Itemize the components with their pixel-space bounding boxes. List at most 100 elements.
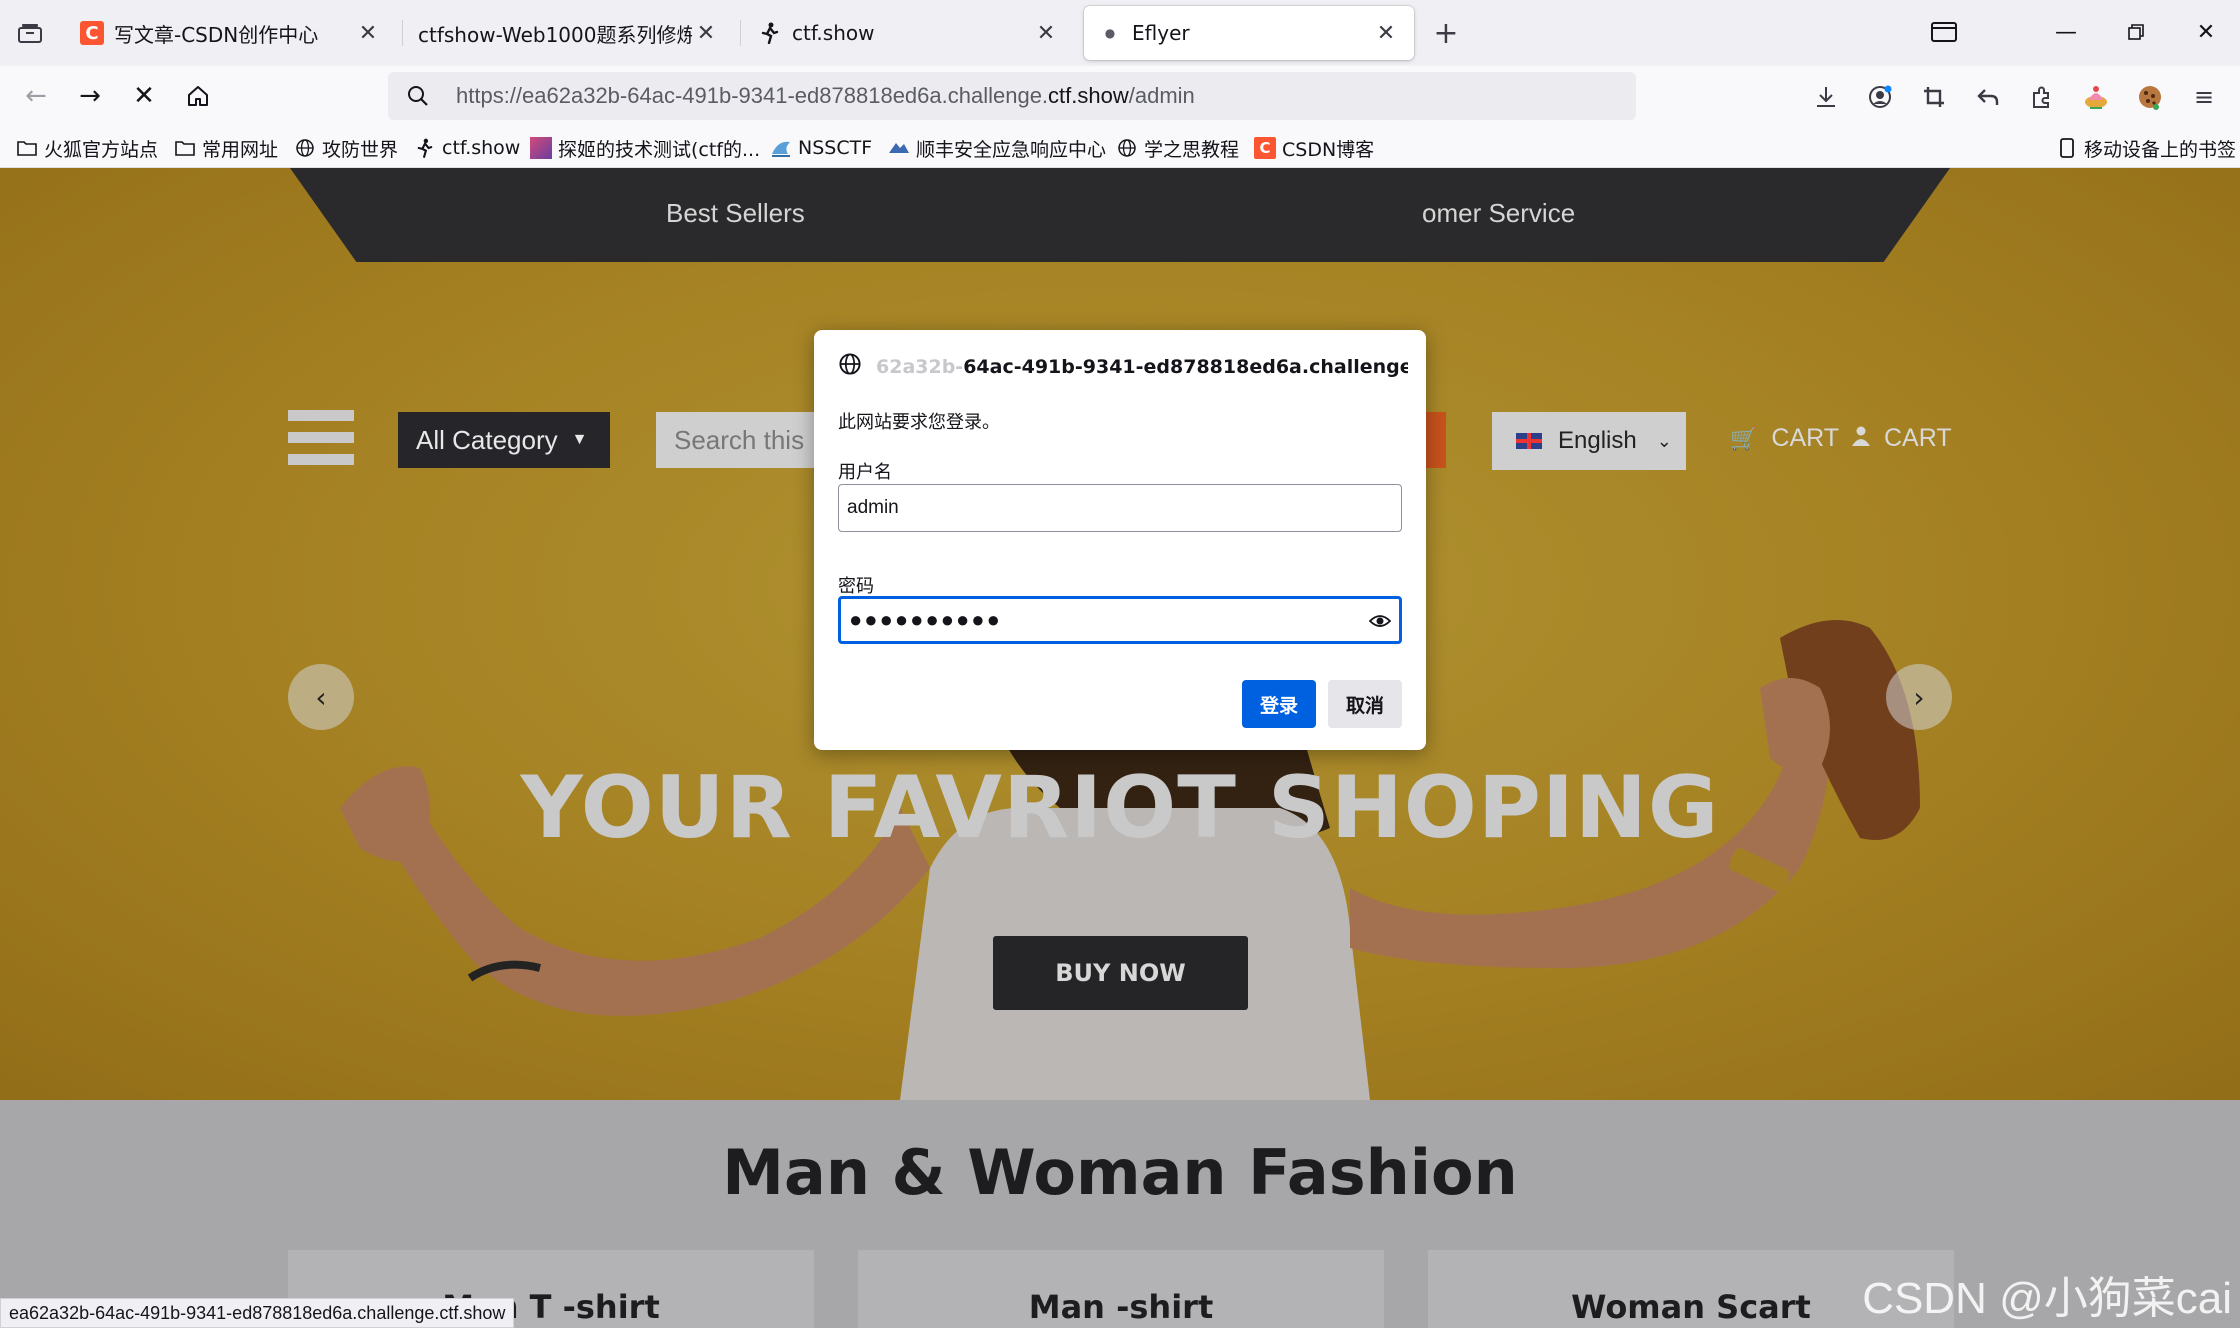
all-category-dropdown[interactable]: All Category ▼ [398,412,610,468]
menu-customer-service[interactable]: omer Service [1422,198,1575,229]
close-icon[interactable]: ✕ [1032,19,1060,47]
window-close-icon[interactable]: ✕ [2186,14,2226,50]
avatar-icon [530,137,552,159]
origin-text: 64ac-491b-9341-ed878818ed6a.challenge.ct… [963,355,1408,378]
bookmark-item[interactable]: 常用网址 [174,134,278,162]
status-bar-url: ea62a32b-64ac-491b-9341-ed878818ed6a.cha… [0,1298,515,1328]
mobile-bookmarks[interactable]: 移动设备上的书签 [2056,134,2236,162]
user-icon [1852,426,1870,452]
bookmark-label: ctf.show [442,137,521,159]
search-icon [406,84,430,112]
bookmark-label: CSDN博客 [1282,138,1375,161]
extension-hat-icon[interactable] [2078,80,2114,114]
password-value: ●●●●●●●●●● [849,607,1002,632]
shopping-cart-icon: 🛒 [1730,425,1758,451]
username-field[interactable]: admin [838,484,1402,532]
close-icon[interactable]: ✕ [354,19,382,47]
tab-list-icon[interactable] [14,17,46,49]
username-value: admin [847,497,899,518]
mobile-device-icon [2056,137,2078,159]
csdn-favicon-icon: C [80,21,104,45]
language-selector[interactable]: English ⌄ [1492,412,1686,470]
origin-faded-text: 62a32b- [876,355,964,378]
web-page: Best Sellers omer Service All Category ▼… [0,168,2240,1328]
bookmark-item[interactable]: 顺丰安全应急响应中心 [888,134,1106,162]
tab-csdn-editor[interactable]: C 写文章-CSDN创作中心 ✕ [66,6,396,60]
bookmark-label: 火狐官方站点 [44,138,159,161]
crop-icon[interactable] [1916,80,1952,114]
bookmark-item[interactable]: NSSCTF [770,134,872,162]
bookmark-item[interactable]: 探姬的技术测试(ctf的... [530,134,760,162]
csdn-watermark: CSDN @小狗菜cai [1862,1274,2232,1323]
tab-bar: C 写文章-CSDN创作中心 ✕ ctfshow-Web1000题系列修炼(一)… [0,0,2240,66]
tab-label: ctf.show [792,21,875,45]
bookmark-label: 移动设备上的书签 [2084,138,2237,161]
download-icon[interactable] [1808,80,1844,114]
close-icon[interactable]: ✕ [692,19,720,47]
bookmark-item[interactable]: 火狐官方站点 [16,134,158,162]
folder-icon [16,137,38,159]
new-tab-icon[interactable]: + [1430,16,1462,51]
buy-now-button[interactable]: BUY NOW [993,936,1248,1010]
menu-best-sellers[interactable]: Best Sellers [666,198,805,229]
navigation-toolbar: ← → ✕ https://ea62a32b-64ac-491b-9341-ed… [0,66,2240,126]
product-title: Man -shirt [1028,1288,1214,1326]
bookmark-item[interactable]: C CSDN博客 [1254,134,1374,162]
username-label: 用户名 [838,462,892,483]
menu-icon[interactable]: ≡ [2186,80,2222,114]
section-title: Man & Woman Fashion [722,1136,1518,1209]
all-category-label: All Category [416,424,558,455]
cart-link[interactable]: 🛒 CART [1730,424,1839,453]
tab-label: 写文章-CSDN创作中心 [114,22,319,47]
hamburger-menu-icon[interactable] [288,410,354,466]
tab-separator [740,20,741,46]
hero-headline-2: YOUR FAVRIOT SHOPING [520,758,1720,858]
cart-label: CART [1771,424,1840,452]
nssctf-icon [770,137,792,159]
bookmark-label: 学之思教程 [1144,138,1240,161]
extensions-icon[interactable] [2024,80,2060,114]
picture-in-picture-icon[interactable] [1924,14,1964,50]
globe-icon [838,352,862,381]
cancel-button[interactable]: 取消 [1328,680,1402,728]
reveal-password-eye-icon[interactable] [1368,610,1392,638]
top-menu: Best Sellers omer Service [290,168,1950,262]
bookmark-label: 攻防世界 [322,138,399,161]
globe-icon [294,137,316,159]
csdn-icon: C [1254,137,1276,159]
cookie-icon[interactable] [2132,80,2168,114]
site-search-input[interactable]: Search this [656,412,816,468]
running-figure-icon [758,21,782,45]
bookmark-label: 常用网址 [202,138,279,161]
tab-ctfshow[interactable]: ctf.show ✕ [744,6,1074,60]
stop-loading-icon[interactable]: ✕ [126,78,162,114]
address-bar[interactable]: https://ea62a32b-64ac-491b-9341-ed878818… [388,72,1636,120]
undo-icon[interactable] [1970,80,2006,114]
restore-icon[interactable] [2116,14,2156,50]
cart-label: CART [1884,424,1952,452]
folder-icon [174,137,196,159]
bookmark-item[interactable]: ctf.show [414,134,520,162]
login-button[interactable]: 登录 [1242,680,1316,728]
caret-down-icon: ▼ [571,431,588,448]
tab-eflyer[interactable]: ● Eflyer ✕ [1084,6,1414,60]
password-field[interactable]: ●●●●●●●●●● [838,596,1402,644]
home-icon[interactable] [180,78,216,114]
bookmark-item[interactable]: 攻防世界 [294,134,398,162]
chevron-down-icon: ⌄ [1656,430,1672,451]
bookmarks-toolbar: 火狐官方站点 常用网址 攻防世界 ctf.show 探姬的技术测试(ctf的..… [0,126,2240,168]
close-icon[interactable]: ✕ [1372,19,1400,47]
tab-ctfshow-web1000[interactable]: ctfshow-Web1000题系列修炼(一) ✕ [404,6,734,60]
back-icon[interactable]: ← [18,78,54,114]
account-icon[interactable] [1862,80,1898,114]
globe-icon [1116,137,1138,159]
product-card[interactable]: Man -shirt [858,1250,1384,1328]
bookmark-item[interactable]: 学之思教程 [1116,134,1239,162]
minimize-icon[interactable]: — [2046,14,2086,50]
url-text[interactable]: https://ea62a32b-64ac-491b-9341-ed878818… [456,83,1195,109]
bookmark-label: 顺丰安全应急响应中心 [916,138,1107,161]
account-cart-link[interactable]: CART [1852,424,1952,453]
tab-label: Eflyer [1132,21,1190,45]
forward-icon[interactable]: → [72,78,108,114]
language-label: English [1558,427,1637,454]
